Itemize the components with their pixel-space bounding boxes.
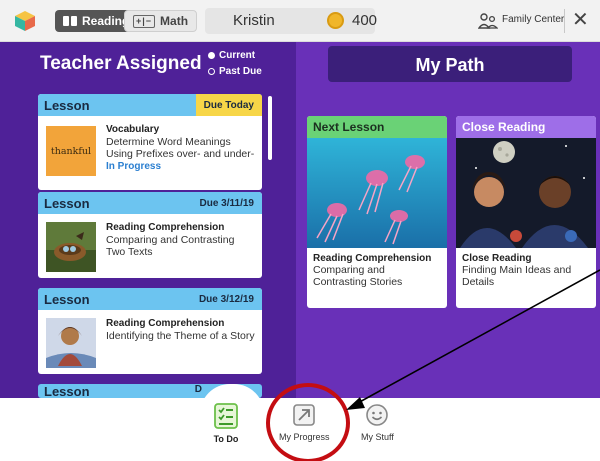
annotation-arrow [346,269,600,410]
